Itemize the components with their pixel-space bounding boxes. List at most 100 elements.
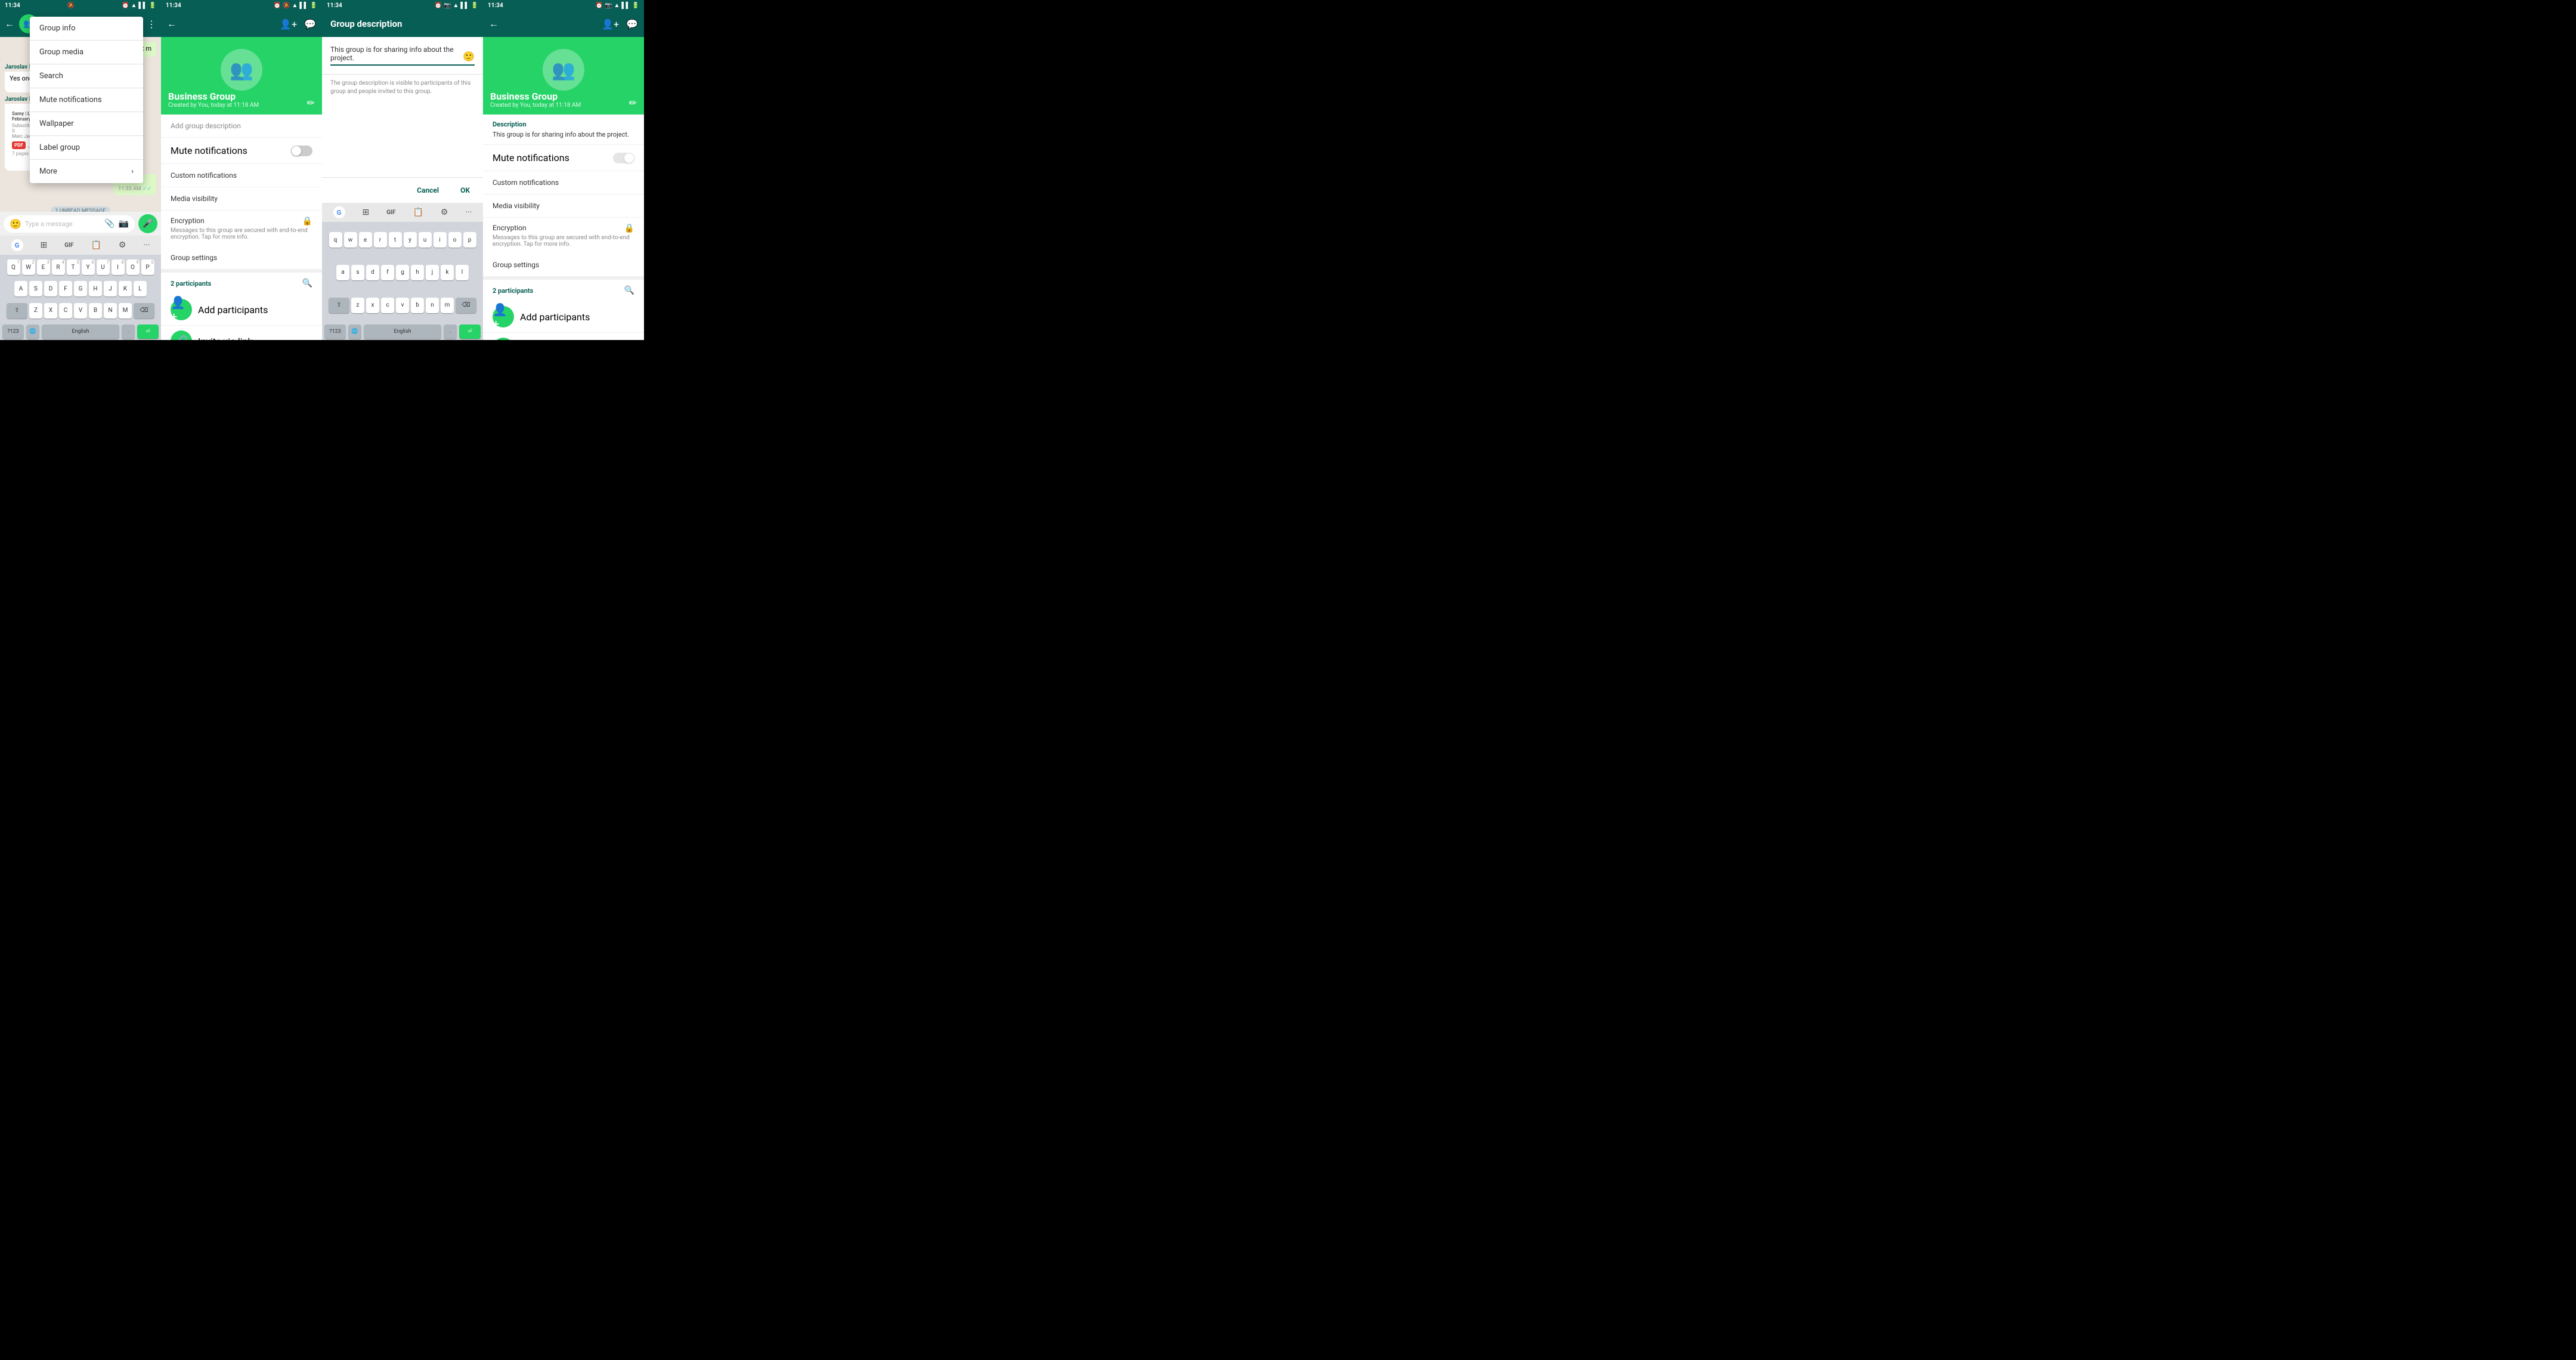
new-chat-icon[interactable]: 💬 [304,18,316,30]
search-participants-icon-4[interactable]: 🔍 [624,286,634,295]
encryption-sub-4: Messages to this group are secured with … [493,234,634,248]
invite-link-item-4[interactable]: 🔗 Invite via link [483,333,644,340]
key-num-3[interactable]: ?123 [324,324,346,339]
add-participant-icon[interactable]: 👤+ [280,18,297,30]
dnd-icon-2: 🔕 [283,2,290,9]
group-settings-item-4[interactable]: Group settings [483,254,644,280]
edit-group-icon-4[interactable]: ✏ [629,97,637,109]
key-j-3[interactable]: j [426,265,439,280]
group-description-panel: 11:34 ⏰ 📷 ▲ ▌▌ 🔋 Group description This … [322,0,483,340]
lock-icon: 🔒 [302,217,312,226]
add-participant-icon-4[interactable]: 👤+ [602,18,619,30]
alarm-icon-3: ⏰ [435,2,442,9]
clipboard-icon-3[interactable]: 📋 [413,208,423,217]
key-l-3[interactable]: l [456,265,469,280]
key-p-3[interactable]: p [463,232,476,248]
language-label-3: English [394,329,411,335]
key-u-3[interactable]: u [419,232,432,248]
invite-link-item[interactable]: 🔗 Invite via link [161,326,322,340]
back-icon-4[interactable]: ← [489,18,499,30]
new-chat-icon-4[interactable]: 💬 [626,18,638,30]
status-time-2: 11:34 [166,2,181,9]
emoji-desc-icon[interactable]: 🙂 [463,51,475,62]
menu-more[interactable]: More › [30,160,143,183]
key-w-3[interactable]: w [344,232,357,248]
key-q-3[interactable]: q [329,232,342,248]
key-shift-3[interactable]: ⇧ [329,298,349,313]
key-i-3[interactable]: i [434,232,447,248]
mute-toggle[interactable] [291,146,312,156]
key-globe-3[interactable]: 🌐 [348,324,361,339]
add-description-item[interactable]: Add group description [161,115,322,138]
key-del-3[interactable]: ⌫ [456,298,476,313]
menu-search[interactable]: Search [30,64,143,88]
description-input[interactable]: This group is for sharing info about the… [330,45,458,62]
group-large-avatar[interactable]: 👥 [221,49,262,91]
group-info-list: Add group description Mute notifications… [161,115,322,340]
mute-toggle-4[interactable] [613,153,634,163]
encryption-row[interactable]: Encryption 🔒 Messages to this group are … [161,211,322,246]
custom-notifications-item[interactable]: Custom notifications [161,164,322,187]
settings-icon-3[interactable]: ⚙ [441,208,448,217]
key-g-3[interactable]: g [396,265,409,280]
signal-icon-4: ▌▌ [621,2,630,9]
dialog-actions: Cancel OK [322,177,483,203]
add-participants-item-4[interactable]: 👤+ Add participants [483,301,644,333]
key-e-3[interactable]: e [359,232,372,248]
grid-icon-3[interactable]: ⊞ [363,208,370,217]
google-icon-3[interactable]: G [333,206,345,218]
key-r-3[interactable]: r [374,232,387,248]
key-o-3[interactable]: o [448,232,462,248]
group-info-full-top-bar: ← 👤+ 💬 [483,11,644,37]
menu-wallpaper[interactable]: Wallpaper [30,112,143,135]
key-m-3[interactable]: m [441,298,454,313]
key-y-3[interactable]: y [404,232,417,248]
group-info-full-panel: 11:34 ⏰ 📷 ▲ ▌▌ 🔋 ← 👤+ 💬 👥 Business Group… [483,0,644,340]
add-participants-item[interactable]: 👤+ Add participants [161,294,322,326]
encryption-row-4[interactable]: Encryption 🔒 Messages to this group are … [483,218,644,254]
key-k-3[interactable]: k [441,265,454,280]
desc-row-3: ⇧ z x c v b n m ⌫ [323,298,482,313]
edit-group-icon[interactable]: ✏ [307,97,315,109]
key-a-3[interactable]: a [336,265,349,280]
menu-mute[interactable]: Mute notifications [30,88,143,112]
media-visibility-item-4[interactable]: Media visibility [483,194,644,218]
key-s-3[interactable]: s [351,265,364,280]
gif-icon-3[interactable]: GIF [386,209,395,216]
key-x-3[interactable]: x [366,298,379,313]
add-participants-avatar-4: 👤+ [493,306,514,327]
key-n-3[interactable]: n [426,298,439,313]
participants-count: 2 participants [171,280,211,288]
key-z-3[interactable]: z [351,298,364,313]
key-c-3[interactable]: c [381,298,394,313]
group-top-icons-4: 👤+ 💬 [602,18,638,30]
key-h-3[interactable]: h [411,265,424,280]
battery-icon-3: 🔋 [471,2,478,9]
mute-notifications-row[interactable]: Mute notifications [161,138,322,164]
key-v-3[interactable]: v [396,298,409,313]
ok-button[interactable]: OK [456,184,475,197]
key-enter-3[interactable]: ⏎ [459,324,481,339]
media-visibility-item[interactable]: Media visibility [161,187,322,211]
menu-label-group[interactable]: Label group [30,136,143,159]
key-b-3[interactable]: b [411,298,424,313]
group-large-avatar-4[interactable]: 👥 [543,49,584,91]
more-keyboard-icon-3[interactable]: ··· [465,208,472,217]
mute-label: Mute notifications [171,145,247,156]
menu-group-info[interactable]: Group info [30,17,143,40]
group-name-label: Business Group [168,91,315,102]
mute-notifications-row-4[interactable]: Mute notifications [483,145,644,171]
alarm-icon-4: ⏰ [596,2,603,9]
search-participants-icon[interactable]: 🔍 [302,279,312,288]
custom-notifications-item-4[interactable]: Custom notifications [483,171,644,194]
key-d-3[interactable]: d [366,265,379,280]
key-period-3[interactable]: . [444,324,457,339]
key-t-3[interactable]: t [389,232,402,248]
key-f-3[interactable]: f [381,265,394,280]
cancel-button[interactable]: Cancel [412,184,444,197]
desc-row-1: q w e r t y u i o p [323,232,482,248]
key-space-3[interactable]: English [364,324,441,339]
back-icon-2[interactable]: ← [167,18,177,30]
group-settings-item[interactable]: Group settings [161,246,322,273]
menu-group-media[interactable]: Group media [30,41,143,64]
